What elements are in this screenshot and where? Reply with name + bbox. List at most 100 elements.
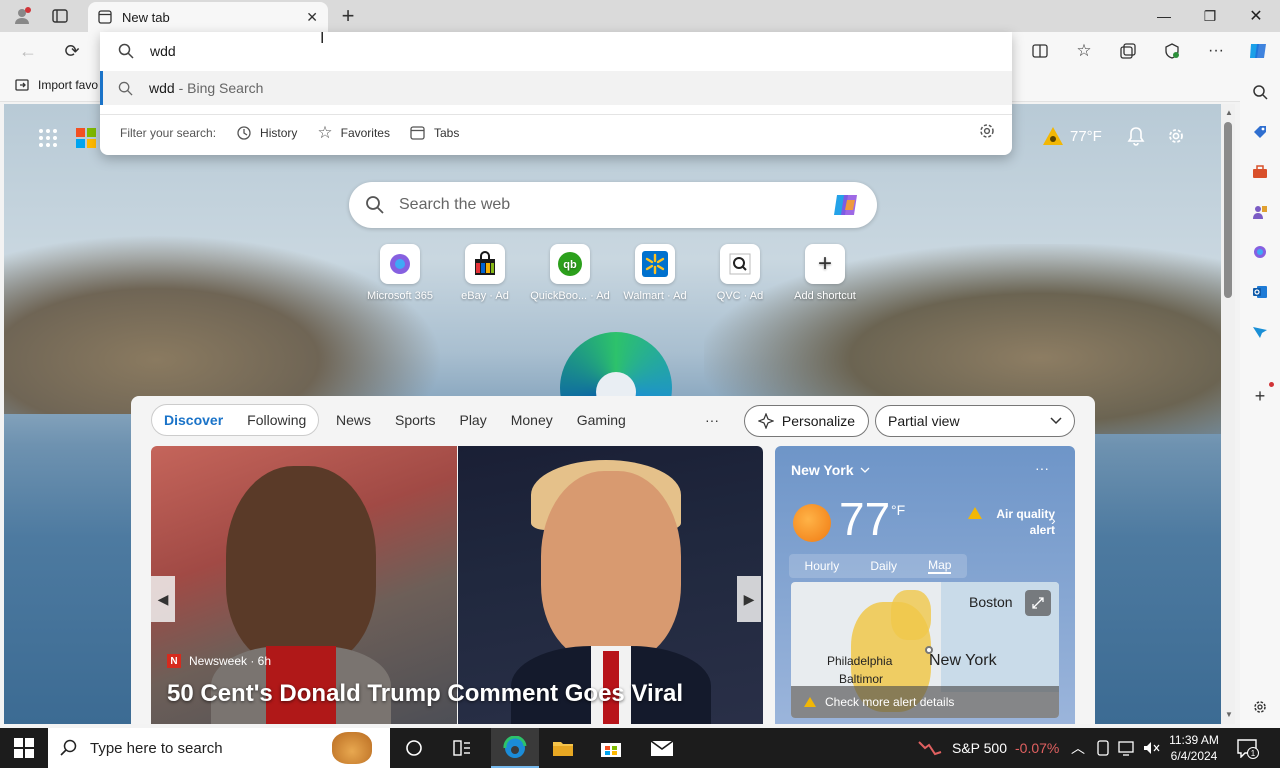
app-launcher-icon[interactable] — [38, 128, 58, 151]
web-search-box[interactable]: Search the web — [349, 182, 877, 228]
weather-mini[interactable]: 77°F — [1042, 126, 1102, 146]
network-icon[interactable] — [1118, 740, 1136, 759]
collections-icon[interactable] — [1114, 37, 1142, 65]
drop-icon[interactable] — [1248, 320, 1272, 344]
more-icon[interactable]: ··· — [1202, 37, 1230, 65]
nav-gaming[interactable]: Gaming — [577, 412, 626, 428]
tab-new-tab[interactable]: New tab ✕ — [88, 2, 328, 32]
tab-following[interactable]: Following — [247, 412, 306, 428]
hero-article[interactable]: ◀ ▶ N Newsweek · 6h 50 Cent's Donald Tru… — [151, 446, 763, 724]
browser-essentials-icon[interactable] — [1158, 37, 1186, 65]
nav-news[interactable]: News — [336, 412, 371, 428]
hero-source: N Newsweek · 6h — [167, 654, 271, 668]
close-tab-icon[interactable]: ✕ — [306, 9, 318, 26]
file-explorer-icon[interactable] — [552, 738, 574, 761]
chevron-right-icon[interactable]: › — [1051, 512, 1056, 528]
scroll-up-icon[interactable]: ▲ — [1225, 108, 1233, 117]
suggestion-item[interactable]: wdd - Bing Search — [100, 71, 1012, 105]
microsoft-logo[interactable] — [76, 128, 96, 151]
workspaces-icon[interactable] — [46, 2, 74, 30]
quicklink-qvc[interactable]: QVC · Ad — [698, 244, 782, 302]
alert-details-label: Check more alert details — [825, 695, 955, 709]
start-button[interactable] — [14, 738, 34, 761]
carousel-next-button[interactable]: ▶ — [737, 576, 761, 622]
stock-widget[interactable]: S&P 500 -0.07% — [952, 740, 1059, 756]
search-sidebar-icon[interactable] — [1248, 80, 1272, 104]
filter-tabs[interactable]: Tabs — [410, 125, 459, 141]
scrollbar[interactable]: ▲ ▼ — [1221, 104, 1235, 724]
nav-money[interactable]: Money — [511, 412, 553, 428]
nav-sports[interactable]: Sports — [395, 412, 435, 428]
weather-temp: 77 — [839, 493, 891, 545]
view-select[interactable]: Partial view — [875, 405, 1075, 437]
games-icon[interactable] — [1248, 200, 1272, 224]
weather-tab-map[interactable]: Map — [928, 558, 952, 574]
copilot-icon[interactable] — [1244, 37, 1272, 65]
shopping-icon[interactable] — [1248, 120, 1272, 144]
address-input[interactable]: wdd — [150, 43, 176, 59]
hero-headline[interactable]: 50 Cent's Donald Trump Comment Goes Vira… — [167, 680, 683, 708]
notification-count: 1 — [1247, 747, 1259, 759]
outlook-icon[interactable] — [1248, 280, 1272, 304]
widgets-icon[interactable] — [452, 738, 472, 761]
task-view-icon[interactable] — [404, 738, 424, 761]
page-settings-icon[interactable] — [1166, 126, 1186, 149]
notification-center-icon[interactable]: 1 — [1236, 738, 1259, 761]
filter-history[interactable]: History — [236, 125, 297, 141]
weather-more-icon[interactable]: ··· — [1035, 460, 1049, 476]
restore-button[interactable]: ❐ — [1187, 0, 1233, 32]
import-favorites-link[interactable]: Import favo — [14, 77, 98, 93]
mail-icon[interactable] — [650, 738, 674, 761]
profile-icon[interactable] — [8, 2, 36, 30]
copilot-search-icon[interactable] — [831, 190, 861, 220]
alert-details-bar[interactable]: Check more alert details — [791, 686, 1059, 718]
sidebar-settings-icon[interactable] — [1248, 695, 1272, 719]
personalize-button[interactable]: Personalize — [744, 405, 869, 437]
quicklink-label: Walmart · Ad — [623, 290, 687, 302]
nav-play[interactable]: Play — [459, 412, 486, 428]
add-shortcut-button[interactable]: + Add shortcut — [783, 244, 867, 302]
weather-location[interactable]: New York — [791, 462, 870, 478]
quicklink-ebay[interactable]: eBay · Ad — [443, 244, 527, 302]
back-icon[interactable]: ← — [14, 37, 42, 65]
new-tab-button[interactable]: + — [334, 2, 362, 30]
scrollbar-thumb[interactable] — [1224, 122, 1232, 298]
add-sidebar-app-icon[interactable]: + — [1248, 384, 1272, 408]
taskbar-search-box[interactable]: Type here to search — [48, 728, 390, 768]
expand-map-icon[interactable] — [1025, 590, 1051, 616]
close-window-button[interactable]: ✕ — [1233, 0, 1279, 32]
minimize-button[interactable]: — — [1141, 0, 1187, 32]
weather-tab-daily[interactable]: Daily — [870, 559, 897, 573]
taskbar-search-placeholder: Type here to search — [90, 739, 223, 757]
tools-icon[interactable] — [1248, 160, 1272, 184]
weather-tab-hourly[interactable]: Hourly — [805, 559, 840, 573]
filter-tabs-label: Tabs — [433, 125, 460, 140]
import-icon — [15, 79, 29, 91]
address-bar[interactable]: wdd — [100, 32, 1012, 70]
scroll-down-icon[interactable]: ▼ — [1225, 710, 1233, 719]
nav-more-button[interactable]: ··· — [705, 412, 719, 428]
suggestion-settings-icon[interactable] — [978, 122, 996, 143]
favorites-icon[interactable]: ☆ — [1070, 37, 1098, 65]
filter-favorites[interactable]: ☆ Favorites — [317, 123, 390, 143]
microsoft-365-icon[interactable] — [1248, 240, 1272, 264]
tab-discover[interactable]: Discover — [164, 412, 223, 428]
taskbar-edge[interactable] — [491, 728, 539, 768]
quicklink-walmart[interactable]: Walmart · Ad — [613, 244, 697, 302]
device-icon[interactable] — [1096, 740, 1110, 759]
quicklink-quickbooks[interactable]: qb QuickBoo... · Ad — [528, 244, 612, 302]
map-label-boston: Boston — [969, 594, 1013, 610]
show-hidden-icons[interactable]: ︿ — [1071, 738, 1085, 758]
weather-map[interactable]: Boston Philadelphia New York Baltimor Ch… — [791, 582, 1059, 718]
refresh-icon[interactable]: ⟳ — [58, 37, 86, 65]
notifications-bell-icon[interactable] — [1126, 126, 1146, 149]
quicklink-microsoft-365[interactable]: Microsoft 365 — [358, 244, 442, 302]
microsoft-store-icon[interactable] — [600, 738, 622, 761]
carousel-prev-button[interactable]: ◀ — [151, 576, 175, 622]
clock[interactable]: 11:39 AM 6/4/2024 — [1164, 732, 1224, 764]
sun-icon — [793, 504, 831, 542]
chevron-down-icon — [860, 467, 869, 473]
split-screen-icon[interactable] — [1026, 37, 1054, 65]
volume-muted-icon[interactable] — [1142, 740, 1160, 759]
quicklink-label: eBay · Ad — [461, 290, 509, 302]
